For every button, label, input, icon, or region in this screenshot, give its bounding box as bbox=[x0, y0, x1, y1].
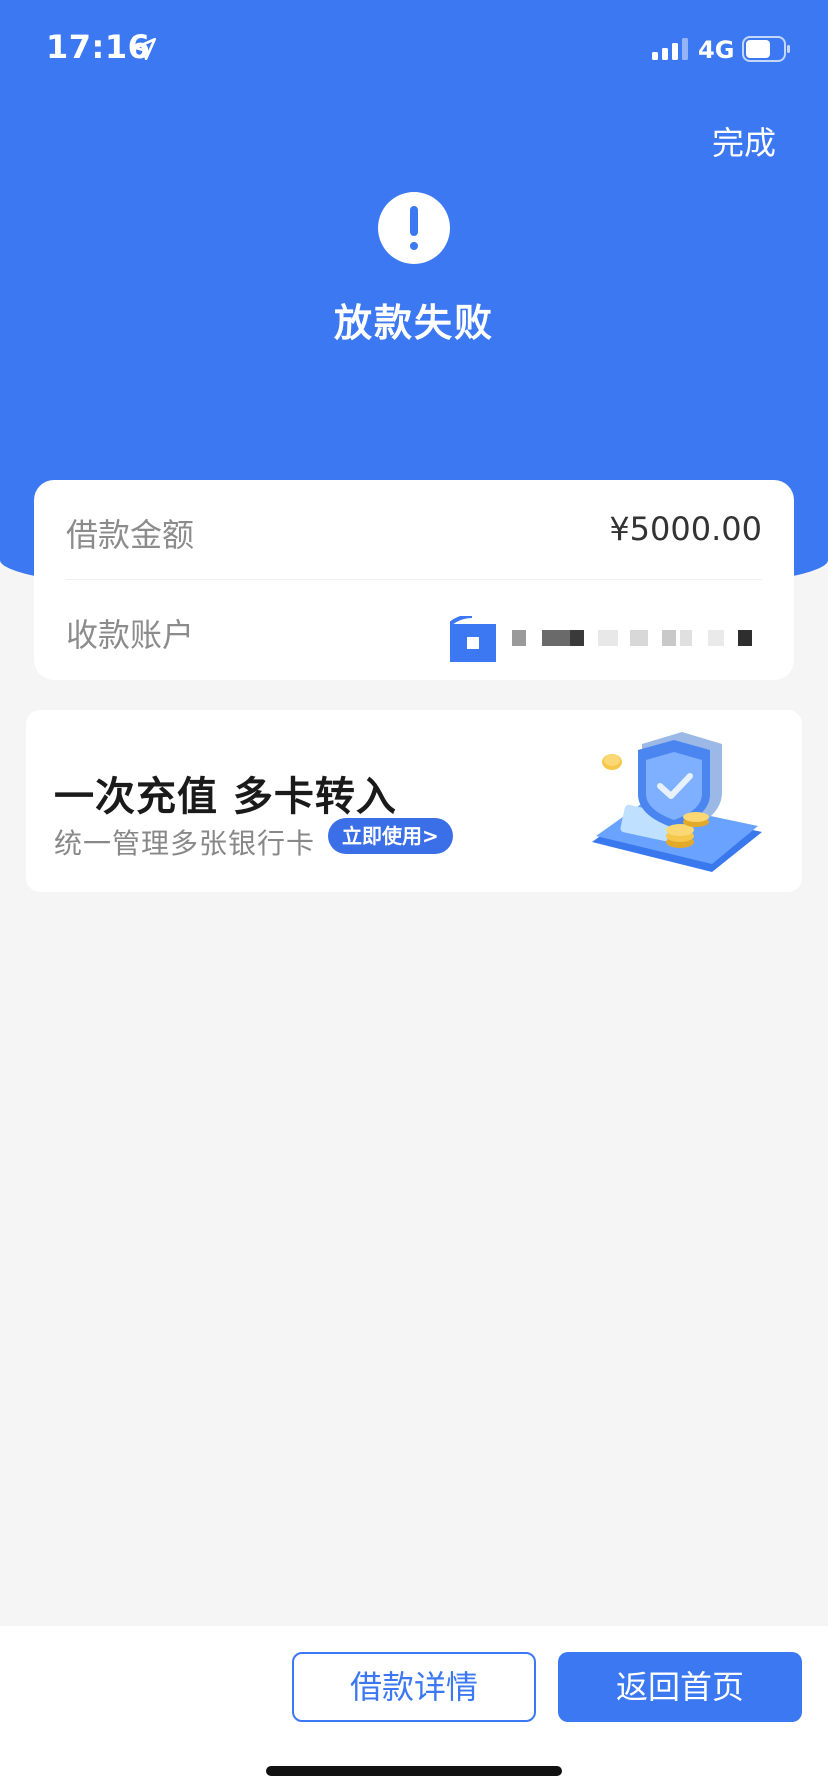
loan-result-screen: 17:16 4G 完成 放款失败 借款金额 ¥5000.00 收款账户 一次充值… bbox=[0, 0, 828, 1792]
use-now-button[interactable]: 立即使用> bbox=[328, 818, 453, 854]
done-button[interactable]: 完成 bbox=[712, 118, 776, 164]
bank-card-shield-illustration bbox=[592, 732, 762, 872]
masked-account-number bbox=[512, 630, 762, 652]
loan-details-button[interactable]: 借款详情 bbox=[292, 1652, 536, 1722]
return-home-button[interactable]: 返回首页 bbox=[558, 1652, 802, 1722]
bank-logo-icon bbox=[450, 616, 496, 662]
page-title: 放款失败 bbox=[333, 301, 494, 345]
loan-info-card: 借款金额 ¥5000.00 收款账户 bbox=[34, 480, 794, 680]
loan-amount-row: 借款金额 ¥5000.00 bbox=[66, 480, 762, 580]
receiving-account-label: 收款账户 bbox=[66, 616, 195, 654]
receiving-account-row: 收款账户 bbox=[66, 580, 762, 680]
network-type: 4G bbox=[698, 36, 735, 64]
home-indicator[interactable] bbox=[266, 1766, 562, 1776]
cellular-signal-icon bbox=[652, 38, 688, 60]
bottom-action-bar: 借款详情 返回首页 bbox=[0, 1626, 828, 1792]
promo-banner[interactable]: 一次充值 多卡转入 统一管理多张银行卡 立即使用> bbox=[26, 710, 802, 892]
promo-subtitle: 统一管理多张银行卡 bbox=[54, 827, 316, 860]
promo-title: 一次充值 多卡转入 bbox=[54, 774, 397, 820]
loan-amount-label: 借款金额 bbox=[66, 516, 195, 554]
loan-amount-value: ¥5000.00 bbox=[609, 510, 762, 548]
warning-icon bbox=[378, 192, 450, 264]
status-bar: 17:16 4G bbox=[0, 0, 828, 96]
location-arrow-icon bbox=[133, 37, 157, 61]
battery-icon bbox=[742, 36, 790, 62]
